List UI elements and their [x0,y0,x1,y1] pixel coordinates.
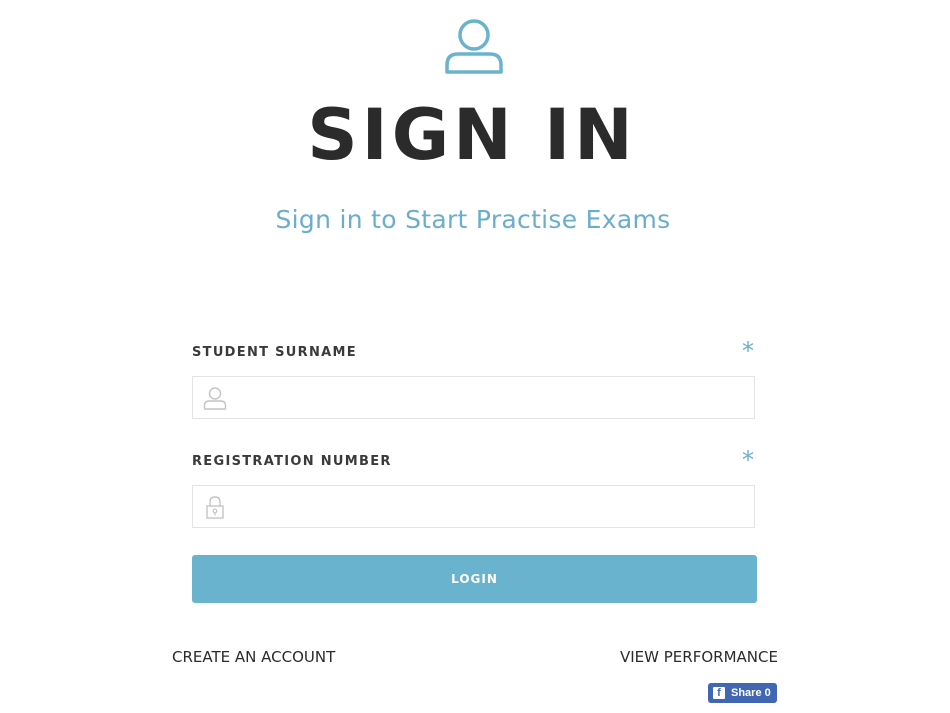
user-icon [203,387,227,410]
facebook-share-button[interactable]: f Share 0 [708,683,777,703]
registration-required-mark: * [742,446,754,474]
registration-label: REGISTRATION NUMBER [192,454,392,469]
facebook-icon: f [713,687,725,699]
user-icon [445,19,503,74]
lock-icon [206,496,224,519]
registration-field[interactable] [192,485,755,528]
surname-label: STUDENT SURNAME [192,345,357,360]
page-title: SIGN IN [307,94,637,176]
view-performance-link[interactable]: VIEW PERFORMANCE [620,648,778,666]
surname-required-mark: * [742,337,754,365]
page-subtitle: Sign in to Start Practise Exams [275,205,671,234]
registration-input[interactable] [237,486,751,528]
surname-field[interactable] [192,376,755,419]
surname-input[interactable] [237,377,751,419]
share-label: Share 0 [731,687,771,699]
login-button[interactable]: LOGIN [192,555,757,603]
create-account-link[interactable]: CREATE AN ACCOUNT [172,648,335,666]
